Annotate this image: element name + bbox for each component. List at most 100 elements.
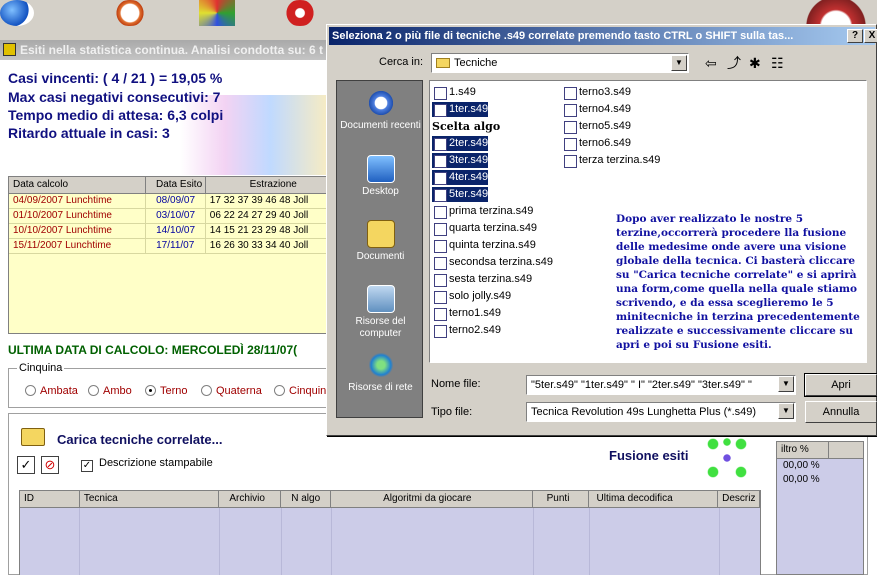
place-computer[interactable]: Risorse del computer [337, 285, 424, 340]
check-all-button[interactable]: ✓ [17, 456, 35, 474]
molecule-icon[interactable] [707, 438, 747, 478]
radio-cinquina[interactable]: Cinquin [274, 385, 326, 397]
chevron-down-icon[interactable]: ▼ [778, 403, 794, 419]
radio-quaterna[interactable]: Quaterna [201, 385, 262, 397]
file-list[interactable]: 1.s49 1ter.s49 Scelta algo 2ter.s49 3ter… [429, 80, 867, 363]
cerca-value: Tecniche [454, 57, 498, 69]
fusione-esiti-label[interactable]: Fusione esiti [609, 448, 688, 463]
col-header[interactable]: Descriz [718, 491, 760, 507]
file-item[interactable]: secondsa terzina.s49 [432, 255, 553, 270]
cell: 10/10/2007 Lunchtime [9, 224, 147, 238]
stat-max-negativi: Max casi negativi consecutivi: 7 [8, 89, 221, 105]
main-title: Esiti nella statistica continua. Analisi… [20, 43, 323, 57]
annulla-button[interactable]: Annulla [805, 401, 877, 423]
carica-tecniche-link[interactable]: Carica tecniche correlate... [57, 432, 222, 447]
file-item[interactable]: solo jolly.s49 [432, 289, 511, 304]
table-row[interactable]: 10/10/2007 Lunchtime 14/10/07 14 15 21 2… [9, 224, 332, 239]
file-item[interactable]: terno5.s49 [562, 119, 631, 134]
network-globe-icon [366, 351, 395, 379]
color-grid-icon[interactable] [199, 0, 235, 26]
place-network[interactable]: Risorse di rete [337, 351, 424, 394]
col-header[interactable]: Algoritmi da giocare [331, 491, 533, 507]
file-item[interactable]: 3ter.s49 [432, 153, 489, 168]
place-desktop[interactable]: Desktop [337, 155, 424, 198]
file-item[interactable]: terno2.s49 [432, 323, 501, 338]
cell: 14/10/07 [146, 224, 206, 238]
up-folder-icon[interactable]: ⤴ [727, 55, 741, 71]
file-item[interactable]: quarta terzina.s49 [432, 221, 537, 236]
cinquina-group: Cinquina Ambata Ambo Terno Quaterna Cinq… [8, 362, 338, 408]
checkbox-icon[interactable]: ✓ [81, 460, 93, 472]
col-header[interactable]: N algo [281, 491, 332, 507]
place-recent[interactable]: Documenti recenti [337, 89, 424, 132]
file-item[interactable]: terno6.s49 [562, 136, 631, 151]
descrizione-checkbox[interactable]: ✓ Descrizione stampabile [81, 457, 213, 472]
cell: 00,00 % [783, 474, 820, 485]
close-button[interactable]: X [864, 29, 877, 43]
col-header[interactable]: Archivio [219, 491, 282, 507]
file-item[interactable]: sesta terzina.s49 [432, 272, 532, 287]
view-menu-icon[interactable]: ☷ [771, 55, 784, 71]
place-documents[interactable]: Documenti [337, 220, 424, 263]
table-row[interactable]: 15/11/2007 Lunchtime 17/11/07 16 26 30 3… [9, 239, 332, 254]
power-icon[interactable] [282, 0, 318, 26]
file-item[interactable]: quinta terzina.s49 [432, 238, 536, 253]
file-item[interactable]: 2ter.s49 [432, 136, 489, 151]
help-button[interactable]: ? [847, 29, 863, 43]
chevron-down-icon[interactable]: ▼ [671, 55, 687, 71]
col-header[interactable]: Punti [533, 491, 589, 507]
recent-documents-icon [366, 89, 395, 117]
desktop-icon [366, 155, 395, 183]
col-header[interactable]: iltro % [777, 442, 829, 458]
filtro-grid[interactable]: iltro % 00,00 % 00,00 % [776, 441, 864, 575]
file-item[interactable]: terno3.s49 [562, 85, 631, 100]
esiti-grid[interactable]: Data calcolo Data Esito Estrazione 04/09… [8, 176, 333, 334]
radio-ambata[interactable]: Ambata [25, 385, 78, 397]
radio-ambo[interactable]: Ambo [88, 385, 132, 397]
grid2-body [20, 508, 760, 575]
file-item[interactable]: 1.s49 [432, 85, 476, 100]
col-header[interactable]: ID [20, 491, 80, 507]
col-header[interactable]: Data Esito [146, 177, 206, 193]
nome-file-input[interactable]: "5ter.s49" "1ter.s49" " I" "2ter.s49" "3… [526, 375, 796, 395]
clock-icon[interactable] [112, 0, 148, 26]
tipo-file-select[interactable]: Tecnica Revolution 49s Lunghetta Plus (*… [526, 402, 796, 422]
clear-button[interactable]: ⊘ [41, 456, 59, 474]
open-folder-icon[interactable] [21, 428, 45, 446]
cell: 08/09/07 [146, 194, 206, 208]
col-header[interactable]: Tecnica [80, 491, 220, 507]
apri-button[interactable]: Apri [805, 374, 877, 396]
back-icon[interactable]: ⇦ [705, 55, 717, 71]
dialog-titlebar: Seleziona 2 o più file di tecniche .s49 … [329, 27, 875, 45]
tecniche-panel: Carica tecniche correlate... ✓ ⊘ ✓ Descri… [8, 413, 868, 575]
file-item[interactable]: terno4.s49 [562, 102, 631, 117]
table-row[interactable]: 04/09/2007 Lunchtime 08/09/07 17 32 37 3… [9, 194, 332, 209]
open-file-dialog: Seleziona 2 o più file di tecniche .s49 … [326, 24, 877, 436]
documents-folder-icon [366, 220, 395, 248]
radio-terno[interactable]: Terno [145, 385, 188, 397]
revolution-logo-icon [795, 0, 877, 26]
table-row[interactable]: 01/10/2007 Lunchtime 03/10/07 06 22 24 2… [9, 209, 332, 224]
cerca-label: Cerca in: [379, 56, 424, 68]
ultima-data-label: ULTIMA DATA DI CALCOLO: MERCOLEDÌ 28/11/… [8, 343, 298, 357]
file-item[interactable]: terza terzina.s49 [562, 153, 660, 168]
cerca-in-combo[interactable]: Tecniche ▼ [431, 53, 689, 73]
col-header[interactable]: Data calcolo [9, 177, 146, 193]
chevron-down-icon[interactable]: ▼ [778, 376, 794, 392]
file-item[interactable]: 5ter.s49 [432, 187, 489, 202]
app-logo-icon[interactable] [0, 0, 34, 26]
file-item[interactable]: terno1.s49 [432, 306, 501, 321]
file-item[interactable]: 1ter.s49 [432, 102, 489, 117]
cell: 15/11/2007 Lunchtime [9, 239, 147, 253]
file-item[interactable]: 4ter.s49 [432, 170, 489, 185]
grid3-header: iltro % [777, 442, 863, 459]
col-header[interactable]: Ultima decodifica [589, 491, 719, 507]
stat-ritardo: Ritardo attuale in casi: 3 [8, 125, 170, 141]
window-icon [3, 43, 16, 56]
new-folder-icon[interactable]: ✱ [749, 55, 761, 71]
file-item[interactable]: prima terzina.s49 [432, 204, 533, 219]
tecniche-grid[interactable]: ID Tecnica Archivio N algo Algoritmi da … [19, 490, 761, 575]
cell: 06 22 24 27 29 40 Joll [206, 209, 332, 223]
nome-file-label: Nome file: [431, 378, 481, 390]
col-header[interactable]: Estrazione [206, 177, 332, 193]
